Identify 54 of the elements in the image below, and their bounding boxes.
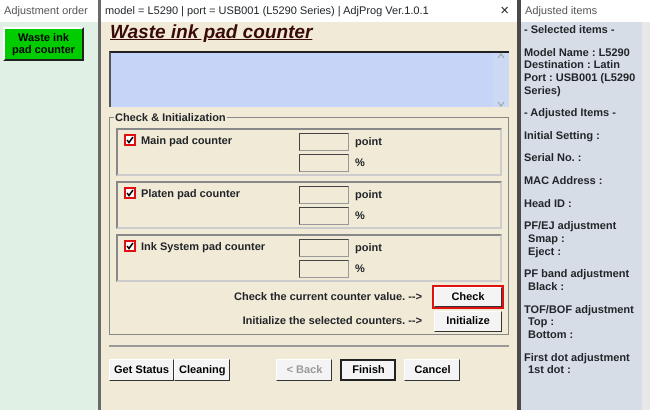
- counter-field[interactable]: [299, 206, 349, 225]
- counter-label: Ink System pad counter: [141, 240, 266, 255]
- counter-label: Main pad counter: [141, 134, 232, 149]
- counter-field[interactable]: [299, 238, 349, 257]
- adjusted-item-text: 1st dot :: [527, 364, 572, 377]
- adjusted-item-text: Head ID :: [524, 198, 573, 210]
- dialog-button[interactable]: Cancel: [404, 358, 460, 382]
- scrollbar[interactable]: [493, 52, 509, 107]
- action-button[interactable]: Check: [434, 286, 502, 308]
- dialog-button[interactable]: Get Status: [109, 358, 174, 382]
- unit-label: point: [355, 188, 382, 203]
- counter-label: Platen pad counter: [141, 186, 240, 202]
- adjusted-item-text: TOF/BOF adjustment: [524, 304, 635, 316]
- counter-field[interactable]: [299, 260, 349, 278]
- adjusted-item-text: Port : USB001 (L5290 Series): [524, 72, 636, 98]
- counter-field[interactable]: [299, 186, 349, 204]
- panel-title: Adjustment order: [0, 0, 98, 22]
- close-button[interactable]: ×: [500, 0, 509, 22]
- adjusted-item-text: Eject :: [527, 246, 562, 258]
- adjustment-step-button[interactable]: Waste ink pad counter: [3, 27, 84, 62]
- adjusted-item-text: First dot adjustment: [524, 352, 631, 364]
- adjusted-item-text: Initial Setting :: [524, 130, 601, 142]
- dialog-button[interactable]: Cleaning: [174, 358, 230, 382]
- counter-field[interactable]: [299, 154, 349, 172]
- scroll-up-icon[interactable]: [497, 52, 505, 59]
- adjusted-item-text: - Selected items -: [524, 24, 616, 37]
- adjusted-item-text: PF/EJ adjustment: [524, 220, 618, 234]
- panel-title: Adjusted items: [521, 0, 650, 22]
- window-title: model = L5290 | port = USB001 (L5290 Series) | AdjProg Ver.1.0.1: [105, 4, 429, 19]
- page-heading: Waste ink pad counter: [110, 22, 312, 43]
- adjusted-item-text: PF band adjustment: [524, 268, 630, 281]
- adjusted-item-text: Top :: [527, 316, 556, 329]
- checkbox[interactable]: [124, 134, 136, 146]
- dialog-button[interactable]: Finish: [340, 358, 396, 382]
- action-hint: Initialize the selected counters. -->: [242, 314, 422, 330]
- adjusted-item-text: Model Name : L5290: [524, 46, 631, 60]
- adjusted-item-text: Black :: [527, 280, 566, 294]
- checkbox[interactable]: [124, 186, 136, 199]
- counter-field[interactable]: [299, 132, 349, 151]
- unit-label: %: [355, 208, 365, 224]
- adjusted-item-text: Bottom :: [527, 328, 574, 342]
- adjusted-item-text: Destination : Latin: [524, 59, 621, 72]
- action-hint: Check the current counter value. -->: [234, 290, 422, 305]
- unit-label: %: [355, 262, 365, 277]
- unit-label: %: [355, 156, 365, 171]
- checkbox[interactable]: [124, 240, 136, 252]
- unit-label: point: [355, 134, 382, 150]
- scrollbar[interactable]: [642, 22, 650, 410]
- adjusted-item-text: Serial No. :: [524, 152, 582, 166]
- adjusted-item-text: - Adjusted Items -: [524, 107, 617, 120]
- adjusted-item-text: MAC Address :: [524, 175, 604, 188]
- adjusted-item-text: Smap :: [527, 233, 566, 246]
- unit-label: point: [355, 240, 382, 256]
- action-button[interactable]: Initialize: [434, 311, 502, 332]
